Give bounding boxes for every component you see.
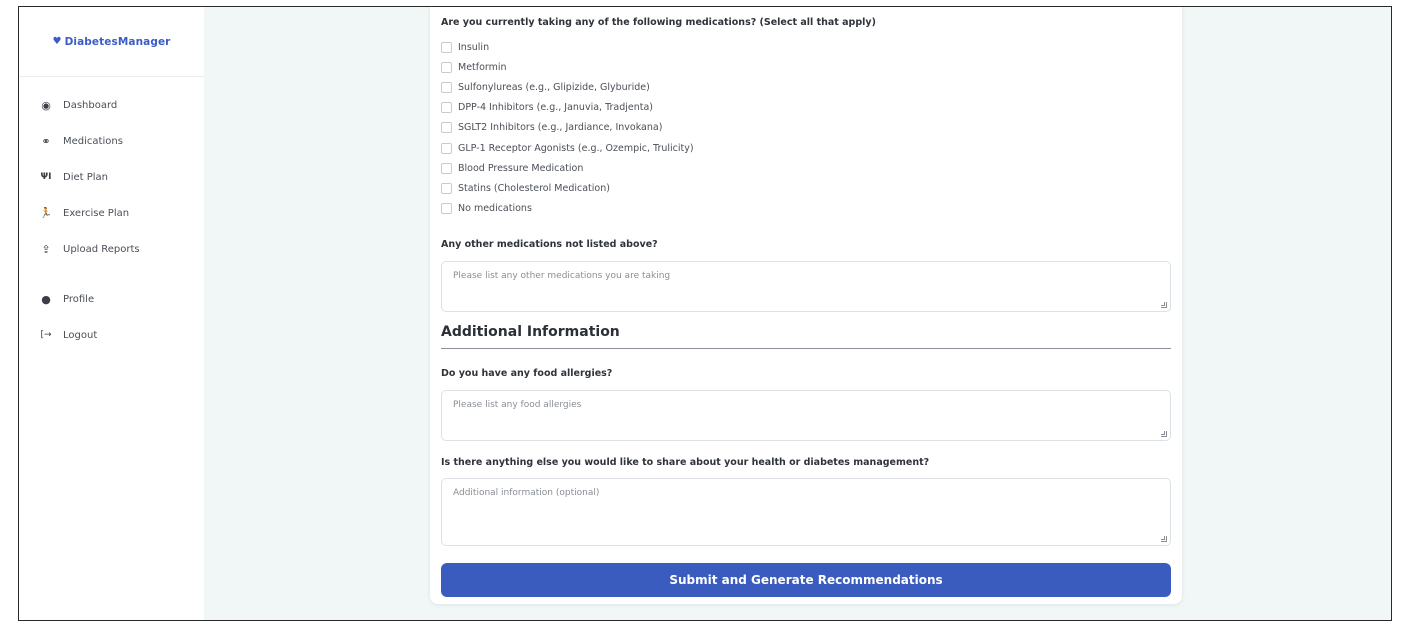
brand-logo[interactable]: ♥ DiabetesManager	[19, 7, 204, 77]
sidebar-item-dashboard[interactable]: ◉ Dashboard	[19, 87, 204, 123]
sidebar-item-upload-reports[interactable]: ⇪ Upload Reports	[19, 231, 204, 267]
medication-option-metformin[interactable]: Metformin	[441, 57, 694, 77]
sidebar-nav: ◉ Dashboard ⚭ Medications ΨΙ Diet Plan 🏃…	[19, 77, 204, 353]
option-label: SGLT2 Inhibitors (e.g., Jardiance, Invok…	[458, 122, 663, 134]
checkbox[interactable]	[441, 61, 452, 73]
additional-info-label: Is there anything else you would like to…	[441, 457, 930, 468]
logout-icon: [→	[40, 330, 52, 340]
checkbox[interactable]	[441, 142, 452, 154]
checkbox[interactable]	[441, 162, 452, 174]
submit-button[interactable]: Submit and Generate Recommendations	[441, 563, 1171, 597]
utensils-icon: ΨΙ	[40, 172, 52, 182]
other-medications-label: Any other medications not listed above?	[441, 239, 658, 250]
option-label: Statins (Cholesterol Medication)	[458, 182, 610, 194]
sidebar-item-label: Medications	[63, 135, 123, 147]
sidebar-item-label: Profile	[63, 293, 95, 305]
checkbox[interactable]	[441, 182, 452, 194]
sidebar-item-diet-plan[interactable]: ΨΙ Diet Plan	[19, 159, 204, 195]
textarea-placeholder: Please list any food allergies	[453, 400, 582, 410]
checkbox[interactable]	[441, 81, 452, 93]
heart-icon: ♥	[52, 36, 62, 47]
sidebar-item-profile[interactable]: ● Profile	[19, 281, 204, 317]
sidebar-item-logout[interactable]: [→ Logout	[19, 317, 204, 353]
medication-option-none[interactable]: No medications	[441, 199, 694, 219]
food-allergies-label: Do you have any food allergies?	[441, 368, 613, 379]
sidebar-item-label: Logout	[63, 329, 98, 341]
option-label: DPP-4 Inhibitors (e.g., Januvia, Tradjen…	[458, 102, 653, 114]
option-label: Sulfonylureas (e.g., Glipizide, Glyburid…	[458, 81, 650, 93]
option-label: Insulin	[458, 41, 490, 53]
sidebar-item-exercise-plan[interactable]: 🏃 Exercise Plan	[19, 195, 204, 231]
upload-icon: ⇪	[41, 242, 51, 256]
form-card: Are you currently taking any of the foll…	[430, 7, 1182, 604]
user-circle-icon: ●	[41, 292, 51, 306]
checkbox[interactable]	[441, 203, 452, 215]
section-title-additional-information: Additional Information	[441, 324, 1171, 349]
option-label: No medications	[458, 203, 532, 215]
sidebar-item-label: Exercise Plan	[63, 207, 130, 219]
option-label: Blood Pressure Medication	[458, 162, 584, 174]
food-allergies-textarea[interactable]: Please list any food allergies	[441, 390, 1171, 441]
resize-grip-icon[interactable]	[1161, 302, 1167, 308]
additional-info-textarea[interactable]: Additional information (optional)	[441, 478, 1171, 546]
app-frame: ♥ DiabetesManager ◉ Dashboard ⚭ Medicati…	[18, 6, 1392, 621]
medication-option-blood-pressure[interactable]: Blood Pressure Medication	[441, 158, 694, 178]
sidebar-item-label: Upload Reports	[63, 243, 140, 255]
medications-question: Are you currently taking any of the foll…	[441, 17, 876, 28]
medication-option-sulfonylureas[interactable]: Sulfonylureas (e.g., Glipizide, Glyburid…	[441, 77, 694, 97]
resize-grip-icon[interactable]	[1161, 431, 1167, 437]
textarea-placeholder: Additional information (optional)	[453, 488, 600, 498]
checkbox[interactable]	[441, 41, 452, 53]
medication-option-sglt2[interactable]: SGLT2 Inhibitors (e.g., Jardiance, Invok…	[441, 118, 694, 138]
other-medications-textarea[interactable]: Please list any other medications you ar…	[441, 261, 1171, 312]
textarea-placeholder: Please list any other medications you ar…	[453, 271, 671, 281]
checkbox[interactable]	[441, 122, 452, 134]
running-icon: 🏃	[39, 207, 53, 219]
option-label: GLP-1 Receptor Agonists (e.g., Ozempic, …	[458, 142, 694, 154]
dashboard-icon: ◉	[41, 98, 51, 112]
checkbox[interactable]	[441, 102, 452, 114]
medication-option-dpp4[interactable]: DPP-4 Inhibitors (e.g., Januvia, Tradjen…	[441, 98, 694, 118]
sidebar: ♥ DiabetesManager ◉ Dashboard ⚭ Medicati…	[19, 7, 204, 620]
medication-checklist: Insulin Metformin Sulfonylureas (e.g., G…	[441, 37, 694, 219]
sidebar-item-label: Dashboard	[63, 99, 118, 111]
pills-icon: ⚭	[41, 134, 51, 148]
sidebar-item-medications[interactable]: ⚭ Medications	[19, 123, 204, 159]
sidebar-item-label: Diet Plan	[63, 171, 109, 183]
option-label: Metformin	[458, 61, 507, 73]
medication-option-insulin[interactable]: Insulin	[441, 37, 694, 57]
medication-option-glp1[interactable]: GLP-1 Receptor Agonists (e.g., Ozempic, …	[441, 138, 694, 158]
resize-grip-icon[interactable]	[1161, 536, 1167, 542]
brand-name: DiabetesManager	[64, 35, 171, 48]
medication-option-statins[interactable]: Statins (Cholesterol Medication)	[441, 178, 694, 198]
